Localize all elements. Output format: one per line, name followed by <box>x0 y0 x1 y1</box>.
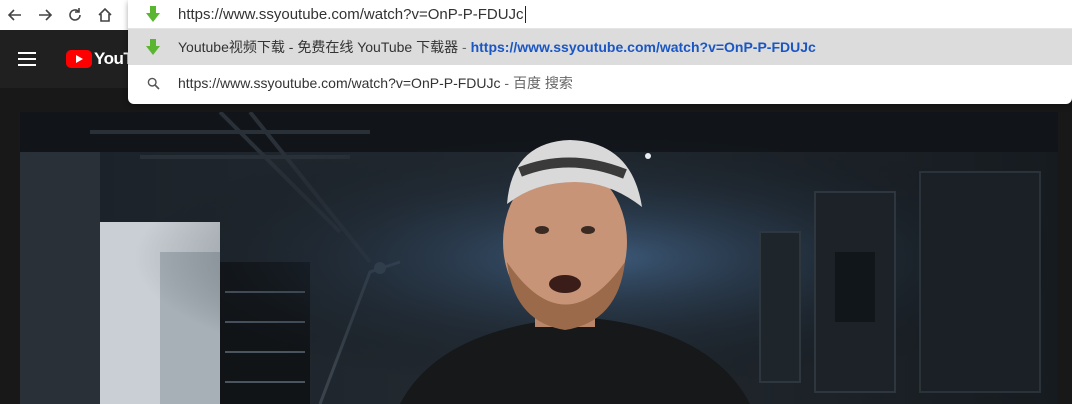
ssyoutube-favicon <box>128 6 178 22</box>
suggestion-title: Youtube视频下载 - 免费在线 YouTube 下载器 <box>178 39 459 55</box>
address-input[interactable]: https://www.ssyoutube.com/watch?v=OnP-P-… <box>178 6 524 23</box>
suggestion-separator: - <box>458 39 471 55</box>
video-frame <box>20 112 1058 404</box>
forward-arrow-icon[interactable] <box>30 0 60 30</box>
back-arrow-icon[interactable] <box>0 0 30 30</box>
suggestion-title: https://www.ssyoutube.com/watch?v=OnP-P-… <box>178 75 501 91</box>
suggestion-item[interactable]: https://www.ssyoutube.com/watch?v=OnP-P-… <box>128 65 1072 101</box>
video-player[interactable] <box>20 112 1058 404</box>
omnibox-popup: https://www.ssyoutube.com/watch?v=OnP-P-… <box>128 0 1072 104</box>
search-icon <box>128 77 178 90</box>
ssyoutube-favicon <box>128 39 178 55</box>
suggestion-separator: - <box>500 75 513 91</box>
suggestion-item[interactable]: Youtube视频下载 - 免费在线 YouTube 下载器 - https:/… <box>128 29 1072 65</box>
menu-icon[interactable] <box>18 52 48 66</box>
youtube-play-icon <box>66 50 92 68</box>
address-bar[interactable]: https://www.ssyoutube.com/watch?v=OnP-P-… <box>128 0 1072 29</box>
reload-icon[interactable] <box>60 0 90 30</box>
text-caret <box>524 5 526 23</box>
suggestion-engine: 百度 搜索 <box>512 75 573 91</box>
home-icon[interactable] <box>90 0 120 30</box>
suggestion-url: https://www.ssyoutube.com/watch?v=OnP-P-… <box>470 39 816 55</box>
